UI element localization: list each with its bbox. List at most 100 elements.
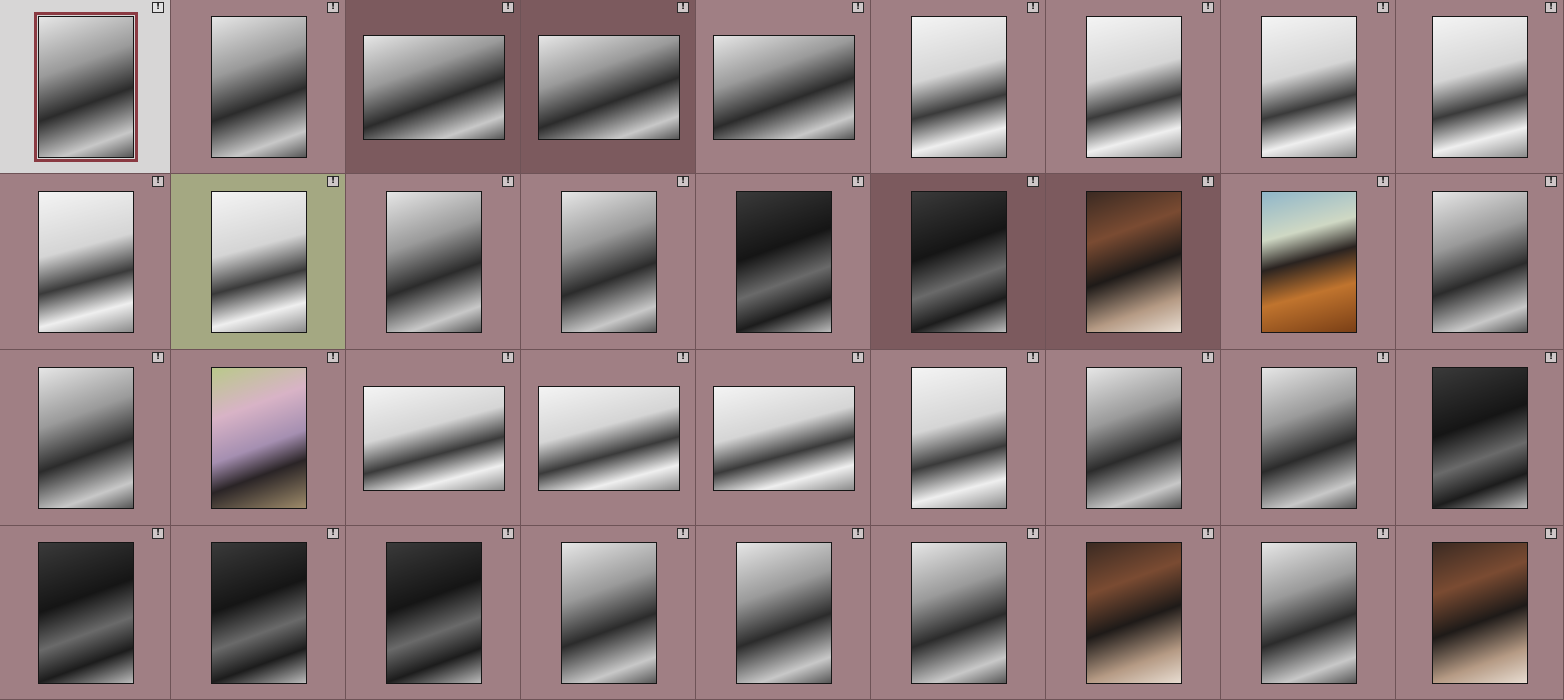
filmstrip-cell[interactable]: ! [1221, 350, 1396, 526]
photo-thumbnail[interactable] [386, 542, 482, 684]
warning-badge-icon[interactable]: ! [1202, 528, 1214, 539]
photo-thumbnail[interactable] [1432, 16, 1528, 158]
filmstrip-cell[interactable]: ! [1396, 526, 1564, 700]
warning-badge-icon[interactable]: ! [502, 528, 514, 539]
photo-thumbnail[interactable] [1086, 16, 1182, 158]
filmstrip-cell[interactable]: ! [871, 174, 1046, 350]
filmstrip-cell[interactable]: ! [696, 0, 871, 174]
warning-badge-icon[interactable]: ! [1377, 176, 1389, 187]
filmstrip-cell[interactable]: ! [696, 526, 871, 700]
photo-thumbnail[interactable] [211, 542, 307, 684]
filmstrip-cell[interactable]: ! [346, 526, 521, 700]
warning-badge-icon[interactable]: ! [677, 528, 689, 539]
photo-thumbnail[interactable] [1086, 191, 1182, 333]
photo-thumbnail[interactable] [34, 12, 138, 162]
filmstrip-cell[interactable]: ! [171, 350, 346, 526]
filmstrip-cell[interactable]: ! [1046, 174, 1221, 350]
photo-thumbnail[interactable] [561, 542, 657, 684]
filmstrip-cell[interactable]: ! [171, 174, 346, 350]
photo-thumbnail[interactable] [38, 367, 134, 509]
photo-thumbnail[interactable] [561, 191, 657, 333]
warning-badge-icon[interactable]: ! [152, 528, 164, 539]
filmstrip-cell[interactable]: ! [0, 174, 171, 350]
filmstrip-cell[interactable]: ! [521, 526, 696, 700]
photo-thumbnail[interactable] [1261, 16, 1357, 158]
filmstrip-cell[interactable]: ! [171, 526, 346, 700]
warning-badge-icon[interactable]: ! [1027, 528, 1039, 539]
photo-thumbnail[interactable] [386, 191, 482, 333]
warning-badge-icon[interactable]: ! [1202, 2, 1214, 13]
warning-badge-icon[interactable]: ! [152, 176, 164, 187]
photo-thumbnail[interactable] [911, 191, 1007, 333]
photo-thumbnail[interactable] [1432, 367, 1528, 509]
filmstrip-cell[interactable]: ! [346, 174, 521, 350]
warning-badge-icon[interactable]: ! [852, 528, 864, 539]
photo-thumbnail[interactable] [38, 191, 134, 333]
warning-badge-icon[interactable]: ! [1027, 176, 1039, 187]
photo-thumbnail[interactable] [1086, 542, 1182, 684]
filmstrip-cell[interactable]: ! [0, 0, 171, 174]
filmstrip-cell[interactable]: ! [0, 526, 171, 700]
warning-badge-icon[interactable]: ! [677, 2, 689, 13]
filmstrip-cell[interactable]: ! [346, 0, 521, 174]
photo-thumbnail[interactable] [1261, 191, 1357, 333]
photo-thumbnail[interactable] [211, 16, 307, 158]
filmstrip-cell[interactable]: ! [871, 526, 1046, 700]
warning-badge-icon[interactable]: ! [327, 352, 339, 363]
filmstrip-cell[interactable]: ! [1046, 526, 1221, 700]
warning-badge-icon[interactable]: ! [1377, 528, 1389, 539]
photo-thumbnail[interactable] [1432, 191, 1528, 333]
photo-thumbnail[interactable] [538, 35, 680, 140]
warning-badge-icon[interactable]: ! [1377, 352, 1389, 363]
warning-badge-icon[interactable]: ! [327, 2, 339, 13]
filmstrip-cell[interactable]: ! [1221, 174, 1396, 350]
warning-badge-icon[interactable]: ! [327, 528, 339, 539]
warning-badge-icon[interactable]: ! [1202, 352, 1214, 363]
filmstrip-cell[interactable]: ! [521, 0, 696, 174]
filmstrip-cell[interactable]: ! [521, 350, 696, 526]
photo-thumbnail[interactable] [736, 191, 832, 333]
photo-thumbnail[interactable] [713, 386, 855, 491]
filmstrip-cell[interactable]: ! [0, 350, 171, 526]
filmstrip-cell[interactable]: ! [346, 350, 521, 526]
warning-badge-icon[interactable]: ! [1202, 176, 1214, 187]
warning-badge-icon[interactable]: ! [1545, 352, 1557, 363]
filmstrip-cell[interactable]: ! [696, 350, 871, 526]
photo-thumbnail[interactable] [211, 367, 307, 509]
filmstrip-cell[interactable]: ! [1221, 0, 1396, 174]
photo-thumbnail[interactable] [363, 386, 505, 491]
filmstrip-cell[interactable]: ! [1046, 0, 1221, 174]
photo-thumbnail[interactable] [713, 35, 855, 140]
warning-badge-icon[interactable]: ! [152, 352, 164, 363]
filmstrip-cell[interactable]: ! [871, 0, 1046, 174]
filmstrip-cell[interactable]: ! [1396, 0, 1564, 174]
photo-thumbnail[interactable] [911, 16, 1007, 158]
photo-thumbnail[interactable] [38, 542, 134, 684]
warning-badge-icon[interactable]: ! [1545, 2, 1557, 13]
photo-thumbnail[interactable] [1086, 367, 1182, 509]
photo-thumbnail[interactable] [736, 542, 832, 684]
warning-badge-icon[interactable]: ! [1027, 2, 1039, 13]
filmstrip-cell[interactable]: ! [696, 174, 871, 350]
filmstrip-cell[interactable]: ! [171, 0, 346, 174]
warning-badge-icon[interactable]: ! [1027, 352, 1039, 363]
warning-badge-icon[interactable]: ! [852, 2, 864, 13]
filmstrip-cell[interactable]: ! [1396, 350, 1564, 526]
filmstrip-cell[interactable]: ! [1221, 526, 1396, 700]
photo-thumbnail[interactable] [1261, 367, 1357, 509]
warning-badge-icon[interactable]: ! [502, 176, 514, 187]
photo-thumbnail[interactable] [363, 35, 505, 140]
filmstrip-cell[interactable]: ! [1396, 174, 1564, 350]
warning-badge-icon[interactable]: ! [327, 176, 339, 187]
filmstrip-cell[interactable]: ! [521, 174, 696, 350]
warning-badge-icon[interactable]: ! [152, 2, 164, 13]
photo-thumbnail[interactable] [211, 191, 307, 333]
photo-thumbnail[interactable] [1261, 542, 1357, 684]
warning-badge-icon[interactable]: ! [677, 352, 689, 363]
warning-badge-icon[interactable]: ! [502, 2, 514, 13]
warning-badge-icon[interactable]: ! [852, 176, 864, 187]
warning-badge-icon[interactable]: ! [502, 352, 514, 363]
warning-badge-icon[interactable]: ! [852, 352, 864, 363]
photo-thumbnail[interactable] [538, 386, 680, 491]
photo-thumbnail[interactable] [911, 367, 1007, 509]
